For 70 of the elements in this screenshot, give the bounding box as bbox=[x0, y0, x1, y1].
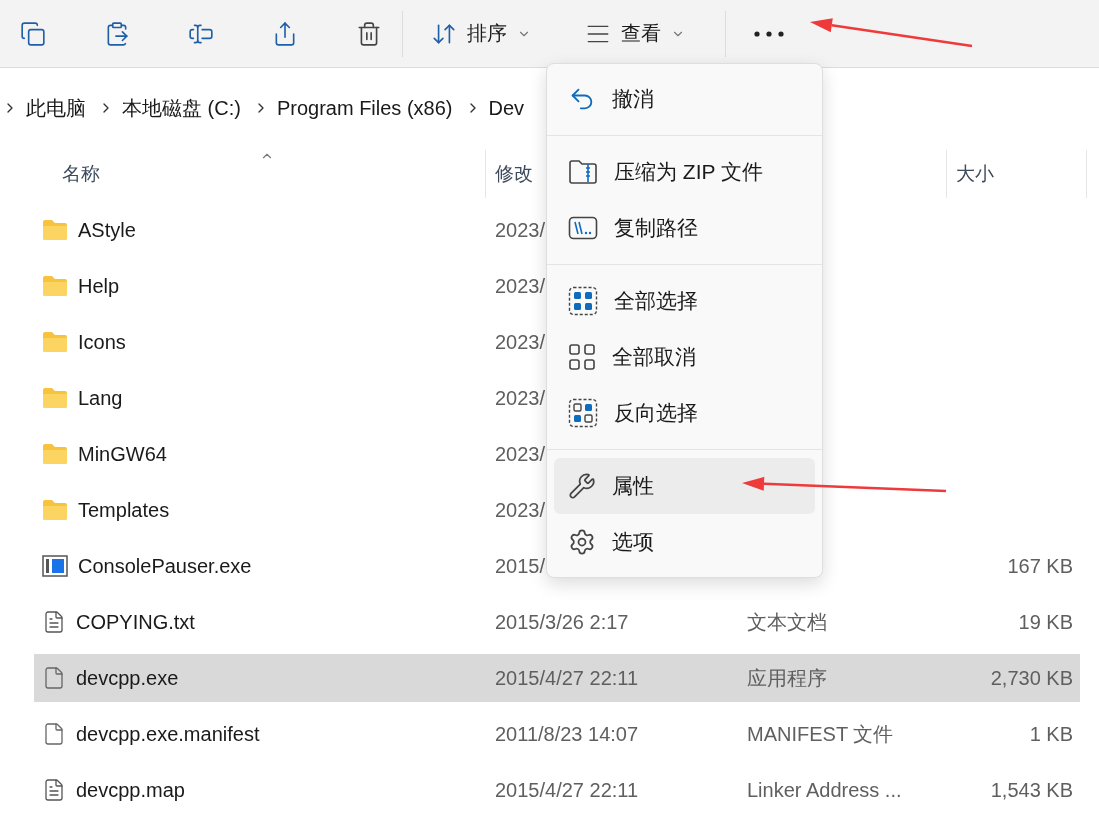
file-type: Linker Address ... bbox=[747, 778, 902, 802]
path-icon bbox=[568, 216, 598, 240]
column-header[interactable]: 大小 bbox=[956, 161, 994, 187]
file-icon bbox=[42, 722, 66, 746]
menu-item[interactable]: 反向选择 bbox=[554, 385, 815, 441]
date-modified: 2015/4/27 22:11 bbox=[495, 778, 639, 802]
column-header[interactable]: 名称 bbox=[62, 161, 100, 187]
zip-folder-icon bbox=[568, 159, 598, 185]
date-modified: 2023/ bbox=[495, 330, 546, 354]
more-icon bbox=[754, 30, 784, 37]
file-size: 1 KB bbox=[1029, 722, 1073, 746]
file-size: 167 KB bbox=[1007, 554, 1073, 578]
menu-item[interactable]: 属性 bbox=[554, 458, 815, 514]
sort-button[interactable]: 排序 bbox=[421, 14, 541, 53]
grid-icon bbox=[568, 343, 596, 371]
file-name: COPYING.txt bbox=[76, 610, 195, 634]
file-name: Icons bbox=[78, 330, 126, 354]
folder-icon bbox=[42, 331, 68, 353]
date-modified: 2015/4/27 22:11 bbox=[495, 666, 639, 690]
settings-icon bbox=[568, 528, 596, 556]
select-all-icon bbox=[568, 286, 598, 316]
file-type: 文本文档 bbox=[747, 609, 827, 635]
date-modified: 2023/ bbox=[495, 498, 546, 522]
file-name: Lang bbox=[78, 386, 123, 410]
folder-icon bbox=[42, 275, 68, 297]
file-name: devcpp.map bbox=[76, 778, 185, 802]
breadcrumb-item[interactable]: 此电脑 bbox=[26, 94, 86, 122]
copy-icon bbox=[20, 20, 46, 47]
file-icon bbox=[42, 666, 66, 690]
text-file-icon bbox=[42, 610, 66, 634]
trash-icon bbox=[356, 20, 382, 47]
menu-item[interactable]: 全部选择 bbox=[554, 273, 815, 329]
file-name: ConsolePauser.exe bbox=[78, 554, 252, 578]
menu-item[interactable]: 选项 bbox=[554, 514, 815, 570]
wrench-icon bbox=[568, 472, 596, 500]
file-size: 2,730 KB bbox=[990, 666, 1073, 690]
menu-item[interactable]: 撤消 bbox=[554, 71, 815, 127]
file-name: Templates bbox=[78, 498, 170, 522]
date-modified: 2011/8/23 14:07 bbox=[495, 722, 639, 746]
breadcrumb-item[interactable]: Program Files (x86) bbox=[276, 96, 453, 120]
view-button[interactable]: 查看 bbox=[575, 14, 695, 53]
menu-item[interactable]: 压缩为 ZIP 文件 bbox=[554, 144, 815, 200]
file-name: AStyle bbox=[78, 218, 136, 242]
text-file-icon bbox=[42, 778, 66, 802]
menu-item[interactable]: 全部取消 bbox=[554, 329, 815, 385]
date-modified: 2023/ bbox=[495, 274, 546, 298]
file-name: Help bbox=[78, 274, 120, 298]
invert-selection-icon bbox=[568, 398, 598, 428]
folder-icon bbox=[42, 387, 68, 409]
file-size: 1,543 KB bbox=[990, 778, 1073, 802]
folder-icon bbox=[42, 443, 68, 465]
date-modified: 2023/ bbox=[495, 386, 546, 410]
selected-file-row[interactable]: devcpp.exe 2015/4/27 22:11 应用程序 2,730 KB bbox=[34, 654, 1080, 702]
file-name: MinGW64 bbox=[78, 442, 167, 466]
file-name: devcpp.exe bbox=[76, 666, 179, 690]
date-modified: 2023/ bbox=[495, 442, 546, 466]
file-type: 应用程序 bbox=[747, 665, 827, 691]
application-icon bbox=[42, 555, 68, 577]
breadcrumb-item[interactable]: 本地磁盘 (C:) bbox=[122, 94, 241, 122]
breadcrumb-item[interactable]: Dev bbox=[488, 96, 525, 120]
column-header[interactable]: 修改 bbox=[495, 161, 533, 187]
menu-item[interactable]: 复制路径 bbox=[554, 200, 815, 256]
folder-icon bbox=[42, 499, 68, 521]
file-name: devcpp.exe.manifest bbox=[76, 722, 260, 746]
file-size: 19 KB bbox=[1018, 610, 1073, 634]
date-modified: 2023/ bbox=[495, 218, 546, 242]
date-modified: 2015/3/26 2:17 bbox=[495, 610, 629, 634]
date-modified: 2015/ bbox=[495, 554, 546, 578]
file-type: MANIFEST 文件 bbox=[747, 721, 894, 747]
folder-icon bbox=[42, 219, 68, 241]
